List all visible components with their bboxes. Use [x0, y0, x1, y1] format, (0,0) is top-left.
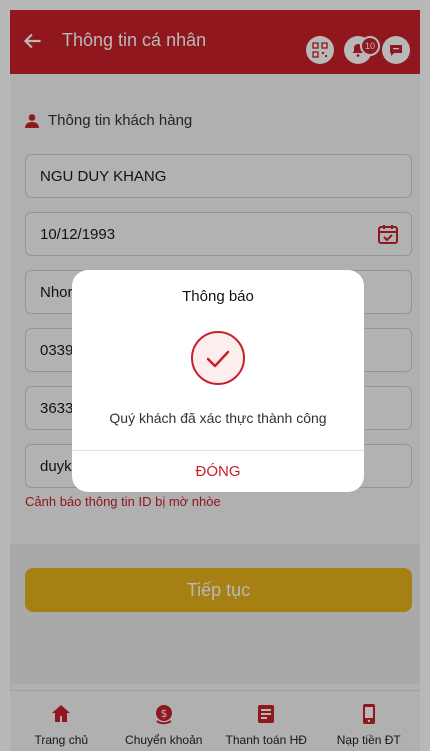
- close-button[interactable]: ĐÓNG: [72, 450, 364, 492]
- dialog-title: Thông báo: [182, 288, 254, 305]
- dialog-message: Quý khách đã xác thực thành công: [109, 410, 327, 426]
- success-check-icon: [191, 331, 245, 385]
- notification-dialog: Thông báo Quý khách đã xác thực thành cô…: [72, 270, 364, 492]
